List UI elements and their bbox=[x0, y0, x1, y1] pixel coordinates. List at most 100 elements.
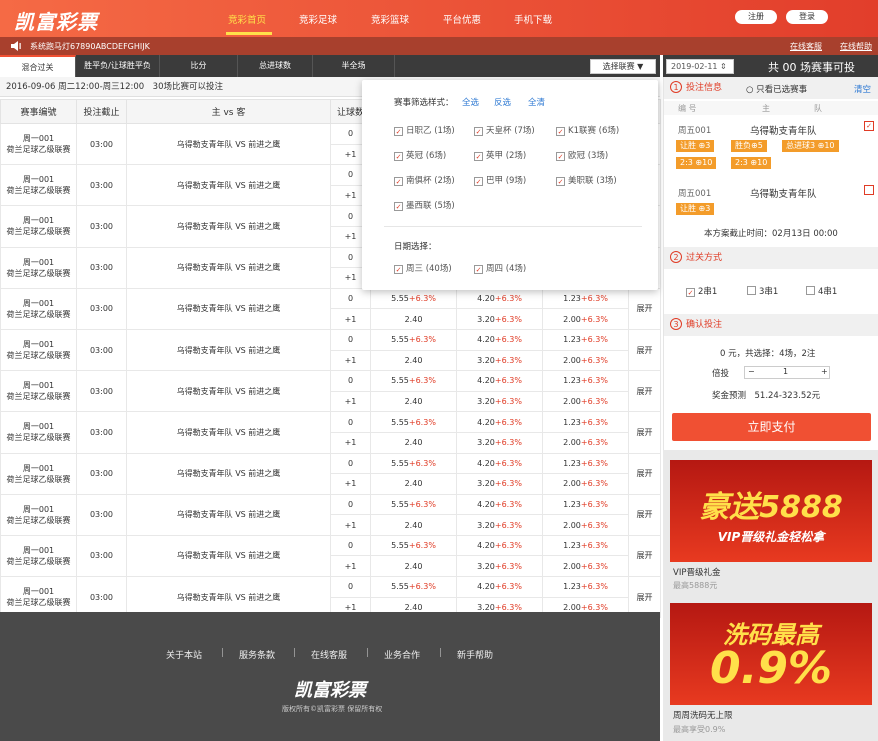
nav-mobile-download[interactable]: 手机下载 bbox=[514, 12, 552, 26]
odds-cell[interactable]: 2.40 bbox=[370, 390, 457, 413]
odds-cell[interactable]: 5.55+6.3% bbox=[370, 370, 457, 392]
odds-cell[interactable]: 1.23+6.3% bbox=[542, 370, 629, 392]
tab-win-draw-lose[interactable]: 胜平负/让球胜平负 bbox=[76, 55, 160, 77]
odds-cell[interactable]: 5.55+6.3% bbox=[370, 411, 457, 433]
expand-button[interactable]: 展开 bbox=[628, 452, 661, 495]
odds-cell[interactable]: 4.20+6.3% bbox=[456, 411, 543, 433]
odds-cell[interactable]: 2.00+6.3% bbox=[542, 555, 629, 578]
expand-button[interactable]: 展开 bbox=[628, 493, 661, 536]
odds-cell[interactable]: 3.20+6.3% bbox=[456, 473, 543, 495]
clear-slip-link[interactable]: 清空 bbox=[854, 83, 871, 95]
nav-home[interactable]: 竞彩首页 bbox=[228, 12, 266, 26]
league-checkbox[interactable]: ✓ 墨西联 (5场) bbox=[394, 199, 455, 211]
league-checkbox[interactable]: ✓ K1联赛 (6场) bbox=[556, 124, 619, 136]
plus-icon[interactable]: + bbox=[821, 367, 828, 376]
odds-cell[interactable]: 2.00+6.3% bbox=[542, 308, 629, 330]
league-checkbox[interactable]: ✓ 美职联 (3场) bbox=[556, 174, 617, 186]
footer-link-about[interactable]: 关于本站 bbox=[166, 648, 202, 661]
league-checkbox[interactable]: ✓ 英冠 (6场) bbox=[394, 149, 446, 161]
pay-now-button[interactable]: 立即支付 bbox=[672, 413, 871, 441]
odds-cell[interactable]: 3.20+6.3% bbox=[456, 514, 543, 536]
odds-cell[interactable]: 5.55+6.3% bbox=[370, 534, 457, 557]
odds-cell[interactable]: 2.40 bbox=[370, 473, 457, 495]
odds-cell[interactable]: 2.40 bbox=[370, 514, 457, 536]
odds-cell[interactable]: 1.23+6.3% bbox=[542, 328, 629, 351]
odds-cell[interactable]: 4.20+6.3% bbox=[456, 534, 543, 557]
clear-link[interactable]: 全清 bbox=[528, 96, 545, 108]
selection-tag[interactable]: 2:3 ⊕10 bbox=[731, 157, 772, 169]
pass-3x1-checkbox[interactable]: 3串1 bbox=[747, 285, 778, 297]
selection-tag[interactable]: 总进球3 ⊕10 bbox=[782, 140, 839, 152]
odds-cell[interactable]: 1.23+6.3% bbox=[542, 534, 629, 557]
select-all-link[interactable]: 全选 bbox=[462, 96, 479, 108]
pass-4x1-checkbox[interactable]: 4串1 bbox=[806, 285, 837, 297]
invert-link[interactable]: 反选 bbox=[494, 96, 511, 108]
footer-link-terms[interactable]: 服务条款 bbox=[239, 648, 275, 661]
odds-cell[interactable]: 2.40 bbox=[370, 555, 457, 578]
odds-cell[interactable]: 2.00+6.3% bbox=[542, 473, 629, 495]
selection-tag[interactable]: 让胜 ⊕3 bbox=[676, 203, 715, 215]
site-logo[interactable]: 凯富彩票 bbox=[14, 6, 98, 35]
odds-cell[interactable]: 5.55+6.3% bbox=[370, 287, 457, 310]
pass-2x1-checkbox[interactable]: ✓ 2串1 bbox=[686, 285, 717, 297]
expand-button[interactable]: 展开 bbox=[628, 411, 661, 454]
nav-basketball[interactable]: 竞彩篮球 bbox=[371, 12, 409, 26]
league-checkbox[interactable]: ✓ 南俱杯 (2场) bbox=[394, 174, 455, 186]
odds-cell[interactable]: 1.23+6.3% bbox=[542, 493, 629, 516]
odds-cell[interactable]: 2.00+6.3% bbox=[542, 349, 629, 372]
footer-link-business[interactable]: 业务合作 bbox=[384, 648, 420, 661]
odds-cell[interactable]: 3.20+6.3% bbox=[456, 390, 543, 413]
league-checkbox[interactable]: ✓ 欧冠 (3场) bbox=[556, 149, 608, 161]
tab-half-full[interactable]: 半全场 bbox=[313, 55, 395, 77]
odds-cell[interactable]: 1.23+6.3% bbox=[542, 576, 629, 598]
date-checkbox[interactable]: ✓ 周四 (4场) bbox=[474, 262, 526, 274]
expand-button[interactable]: 展开 bbox=[628, 287, 661, 330]
odds-cell[interactable]: 2.00+6.3% bbox=[542, 390, 629, 413]
date-checkbox[interactable]: ✓ 周三 (40场) bbox=[394, 262, 452, 274]
selection-tag[interactable]: 2:3 ⊕10 bbox=[676, 157, 717, 169]
help-link[interactable]: 在线帮助 bbox=[840, 41, 872, 52]
league-checkbox[interactable]: ✓ 巴甲 (9场) bbox=[474, 174, 526, 186]
odds-cell[interactable]: 4.20+6.3% bbox=[456, 370, 543, 392]
odds-cell[interactable]: 4.20+6.3% bbox=[456, 287, 543, 310]
tab-score[interactable]: 比分 bbox=[160, 55, 238, 77]
selection-tag[interactable]: 让胜 ⊕3 bbox=[676, 140, 715, 152]
expand-button[interactable]: 展开 bbox=[628, 534, 661, 578]
odds-cell[interactable]: 4.20+6.3% bbox=[456, 576, 543, 598]
only-selected-toggle[interactable]: ○ 只看已选赛事 bbox=[746, 83, 807, 95]
nav-promotions[interactable]: 平台优惠 bbox=[443, 12, 481, 26]
tab-mixed[interactable]: 混合过关 bbox=[0, 55, 76, 77]
odds-cell[interactable]: 3.20+6.3% bbox=[456, 349, 543, 372]
odds-cell[interactable]: 4.20+6.3% bbox=[456, 452, 543, 475]
register-button[interactable]: 注册 bbox=[735, 10, 777, 24]
expand-button[interactable]: 展开 bbox=[628, 328, 661, 372]
odds-cell[interactable]: 4.20+6.3% bbox=[456, 493, 543, 516]
odds-cell[interactable]: 4.20+6.3% bbox=[456, 328, 543, 351]
odds-cell[interactable]: 3.20+6.3% bbox=[456, 431, 543, 454]
remove-match-checkbox[interactable]: ✓ bbox=[864, 121, 874, 131]
odds-cell[interactable]: 3.20+6.3% bbox=[456, 308, 543, 330]
minus-icon[interactable]: − bbox=[748, 367, 755, 376]
multiplier-stepper[interactable]: − 1 + bbox=[744, 366, 830, 379]
odds-cell[interactable]: 2.00+6.3% bbox=[542, 431, 629, 454]
rebate-promo-banner[interactable]: 洗码最高 0.9% bbox=[670, 603, 872, 705]
league-checkbox[interactable]: ✓ 英甲 (2场) bbox=[474, 149, 526, 161]
footer-link-help[interactable]: 新手帮助 bbox=[457, 648, 493, 661]
odds-cell[interactable]: 3.20+6.3% bbox=[456, 555, 543, 578]
nav-football[interactable]: 竞彩足球 bbox=[299, 12, 337, 26]
online-service-link[interactable]: 在线客服 bbox=[790, 41, 822, 52]
odds-cell[interactable]: 5.55+6.3% bbox=[370, 576, 457, 598]
odds-cell[interactable]: 2.40 bbox=[370, 349, 457, 372]
odds-cell[interactable]: 1.23+6.3% bbox=[542, 287, 629, 310]
odds-cell[interactable]: 2.00+6.3% bbox=[542, 514, 629, 536]
expand-button[interactable]: 展开 bbox=[628, 370, 661, 413]
odds-cell[interactable]: 1.23+6.3% bbox=[542, 452, 629, 475]
tab-total-goals[interactable]: 总进球数 bbox=[238, 55, 313, 77]
multiplier-value[interactable]: 1 bbox=[783, 367, 788, 376]
vip-promo-banner[interactable]: 豪送5888 VIP晋级礼金轻松拿 bbox=[670, 460, 872, 562]
remove-match-checkbox[interactable] bbox=[864, 185, 874, 195]
odds-cell[interactable]: 2.40 bbox=[370, 431, 457, 454]
footer-link-service[interactable]: 在线客服 bbox=[311, 648, 347, 661]
odds-cell[interactable]: 2.40 bbox=[370, 308, 457, 330]
date-picker[interactable]: 2019-02-11 ⇕ bbox=[666, 59, 734, 74]
